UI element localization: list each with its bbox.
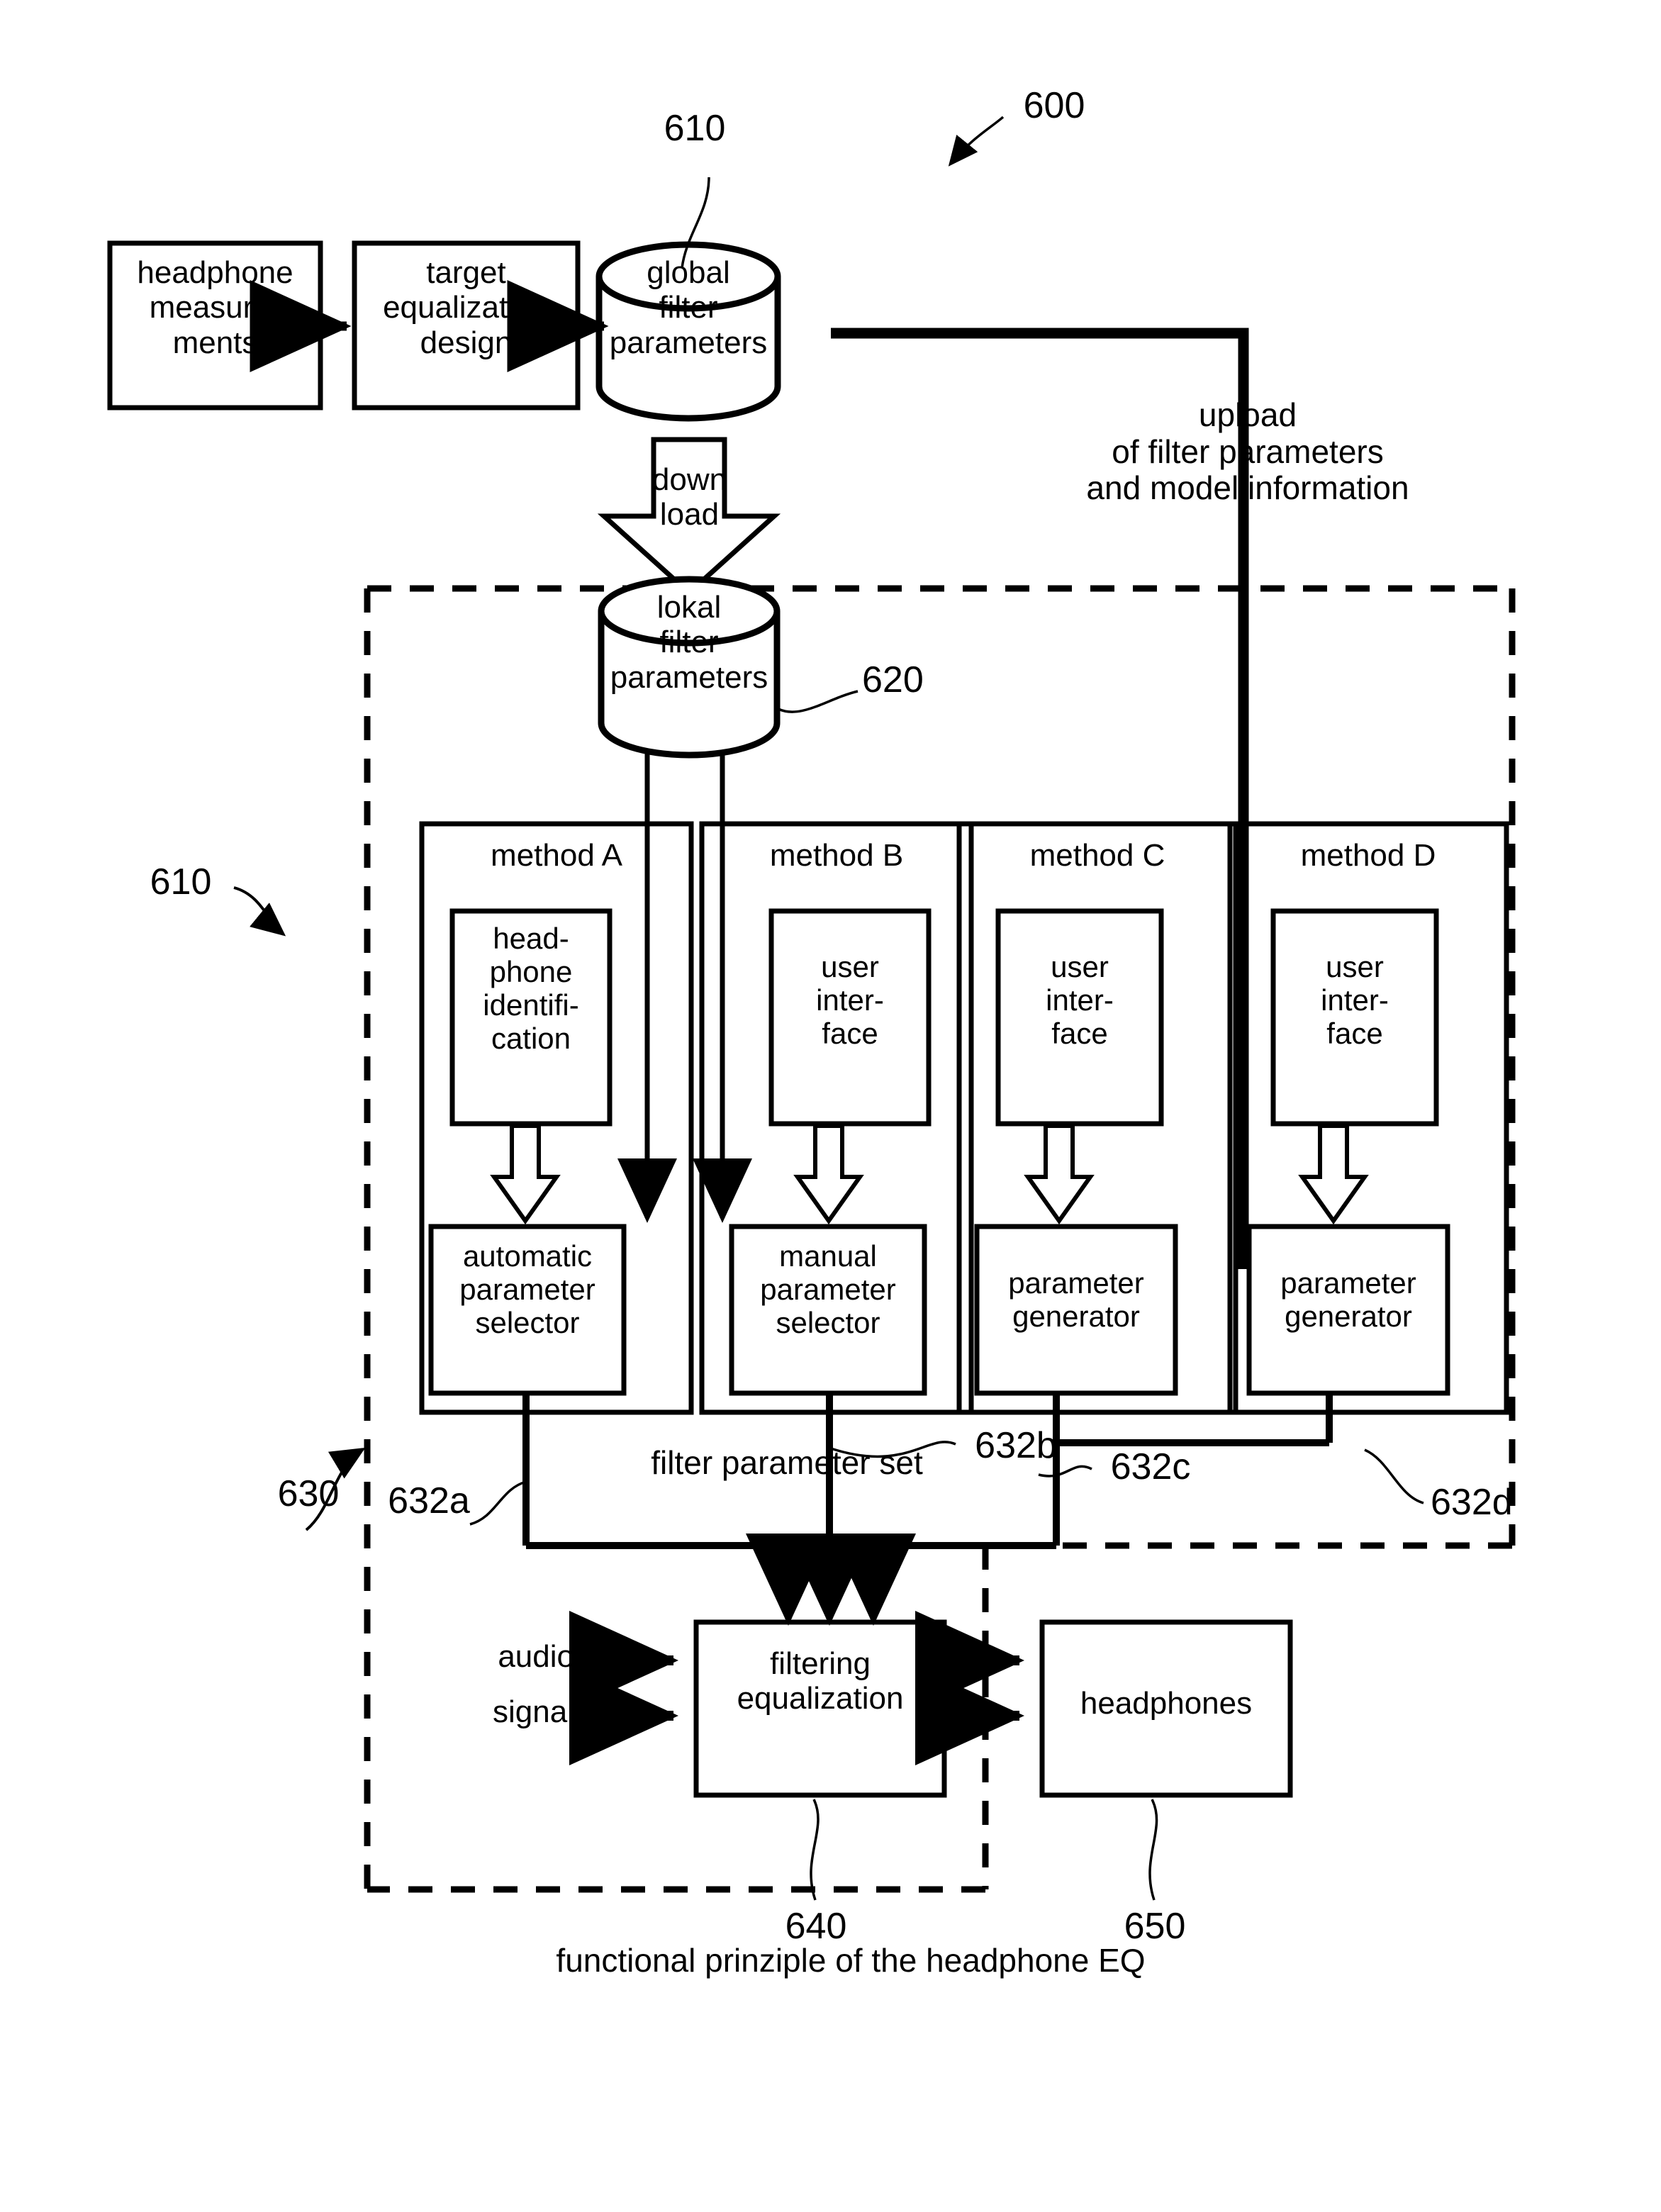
ref-640-leader <box>810 1799 820 1901</box>
ref-632b: 632b <box>975 1425 1057 1466</box>
upload-note-label: upload of filter parameters and model in… <box>1086 396 1409 507</box>
method-d-upper-label: user inter- face <box>1321 950 1389 1051</box>
method-d-lower-label: parameter generator <box>1280 1266 1416 1334</box>
method-d-title: method D <box>1300 838 1436 873</box>
figure-number-600: 600 <box>1023 85 1085 126</box>
ref-610-leader-device <box>233 886 286 937</box>
patent-figure-600: 600 610 headphone measure- ments target … <box>0 0 1661 2212</box>
method-b-upper-label: user inter- face <box>816 950 884 1051</box>
method-c-lower-label: parameter generator <box>1008 1266 1144 1334</box>
target-equalization-design-label: target equalization design <box>383 255 549 360</box>
figure-caption: functional prinziple of the headphone EQ <box>556 1942 1146 1979</box>
filter-parameter-set-label: filter parameter set <box>651 1444 923 1481</box>
ref-640: 640 <box>785 1906 847 1947</box>
audio-signal-arrows <box>569 1611 678 1765</box>
headphones-label: headphones <box>1080 1686 1253 1721</box>
ref-632c: 632c <box>1110 1446 1191 1487</box>
method-c-upper-label: user inter- face <box>1046 950 1114 1051</box>
method-a-title: method A <box>491 838 622 873</box>
audio-label: audio <box>498 1639 574 1674</box>
local-filter-parameters-label: lokal filter parameters <box>610 590 768 695</box>
ref-620-leader <box>778 690 859 713</box>
ref-632c-leader <box>1038 1465 1092 1478</box>
ref-610-device: 610 <box>150 861 212 903</box>
signal-label: signal <box>493 1694 574 1729</box>
filter-parameter-set-bus <box>522 1393 1333 1613</box>
ref-610-global: 610 <box>664 108 726 149</box>
ref-650: 650 <box>1124 1906 1186 1947</box>
ref-632d-leader <box>1364 1448 1424 1504</box>
method-b-lower-label: manual parameter selector <box>760 1239 896 1340</box>
ref-620-local: 620 <box>862 659 924 700</box>
global-filter-parameters-label: global filter parameters <box>609 255 768 360</box>
method-c-title: method C <box>1029 838 1165 873</box>
method-a-upper-label: head- phone identifi- cation <box>483 922 579 1056</box>
method-b-title: method B <box>769 838 904 873</box>
ref-632d: 632d <box>1431 1482 1513 1523</box>
download-label: down load <box>651 462 727 532</box>
ref-630: 630 <box>277 1473 340 1514</box>
headphone-measurements-label: headphone measure- ments <box>137 255 293 360</box>
filter-param-arrowheads <box>746 1534 916 1626</box>
method-a-lower-label: automatic parameter selector <box>459 1239 595 1340</box>
ref-600-leader <box>948 116 1005 167</box>
ref-632a: 632a <box>388 1480 470 1521</box>
ref-650-leader <box>1148 1799 1158 1901</box>
filtering-equalization-label: filtering equalization <box>737 1646 904 1716</box>
